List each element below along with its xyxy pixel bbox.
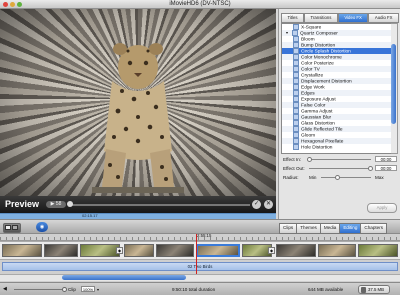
video-clip[interactable]	[156, 244, 194, 257]
radius-label: Radius:	[283, 175, 299, 180]
clip-dropdown-icon[interactable]: ▾	[97, 287, 99, 292]
audio-track[interactable]: 02 Two Birds	[0, 260, 400, 272]
timeline-scrollbar[interactable]	[0, 274, 400, 281]
project-tabs: Clips Themes Media Editing Chapters	[279, 223, 388, 234]
transition-icon[interactable]: ◆	[268, 247, 275, 254]
camera-mode-icon[interactable]: ◉	[36, 222, 48, 232]
apply-button[interactable]: Apply	[367, 203, 397, 213]
tab-transitions[interactable]: Transitions	[304, 13, 338, 23]
pane-tabs: Titles Transitions Video FX Audio FX	[281, 13, 400, 23]
play-button[interactable]: ▶ 58	[46, 201, 66, 208]
view-toggle[interactable]	[3, 223, 21, 233]
effect-in-label: Effect In:	[283, 157, 302, 162]
timecode-label: 02:15.17	[82, 213, 98, 218]
video-clip[interactable]	[358, 244, 398, 257]
radius-knob[interactable]	[335, 175, 340, 180]
effects-list[interactable]: X-Square ▾ Quartz Composer Bloom Bump Distor…	[281, 23, 393, 154]
timeline-ruler[interactable]: 2:55:15	[0, 233, 400, 241]
scrollbar-thumb[interactable]	[391, 44, 396, 124]
video-track[interactable]: ◆ ◆	[0, 241, 400, 260]
video-clip[interactable]	[318, 244, 356, 257]
tab-chapters[interactable]: Chapters	[360, 223, 388, 234]
effect-in-slider: Effect In: 00:00	[281, 156, 399, 163]
preview-label: Preview	[5, 199, 40, 209]
audio-clip[interactable]: 02 Two Birds	[2, 262, 398, 271]
preview-controls: Preview ▶ 58 ✓ ✕	[0, 196, 276, 213]
preview-scrubber[interactable]	[67, 201, 250, 207]
radius-min-label: Min	[309, 175, 317, 180]
volume-slider[interactable]	[14, 287, 67, 292]
volume-knob[interactable]	[62, 287, 67, 292]
selected-video-clip[interactable]	[196, 244, 240, 257]
timeline-view-icon[interactable]	[12, 225, 18, 230]
effect-out-track[interactable]	[309, 166, 373, 171]
timeline[interactable]: 2:55:15 ◆ ◆ 02 Two Birds	[0, 233, 400, 282]
effect-in-track[interactable]	[307, 157, 371, 162]
effect-label: Hole Distortion	[301, 145, 333, 151]
clip-volume-field[interactable]: 100%	[81, 286, 95, 292]
scrubber-knob[interactable]	[67, 201, 73, 207]
window-title: iMovieHD6 (DV-NTSC)	[169, 1, 231, 7]
leopard-image	[92, 43, 184, 193]
tab-titles[interactable]: Titles	[281, 13, 305, 23]
transition-icon[interactable]: ◆	[116, 247, 123, 254]
cancel-icon[interactable]: ✕	[264, 200, 273, 209]
video-clip[interactable]	[276, 244, 316, 257]
total-duration: 9:50:10 total duration	[172, 287, 216, 292]
effect-out-value[interactable]: 00:00	[375, 165, 397, 171]
clip-view-icon[interactable]	[5, 225, 11, 230]
video-clip[interactable]	[2, 244, 42, 257]
toolbar: ◉ Clips Themes Media Editing Chapters	[0, 219, 400, 234]
clip-label: Clip	[68, 287, 76, 292]
tab-video-fx[interactable]: Video FX	[337, 13, 369, 23]
radius-slider: Radius: Min Max	[281, 174, 399, 181]
tab-media[interactable]: Media	[319, 223, 341, 234]
trash-icon	[361, 287, 366, 293]
trash-button[interactable]: 37.5 MB	[358, 285, 390, 294]
effect-in-value[interactable]: 00:00	[375, 156, 397, 162]
effect-in-knob[interactable]	[307, 157, 312, 162]
trash-size: 37.5 MB	[368, 287, 385, 292]
speaker-icon[interactable]: ◀	[3, 286, 7, 292]
radius-max-label: Max	[375, 175, 384, 180]
video-frame	[0, 9, 276, 196]
tab-clips[interactable]: Clips	[279, 223, 298, 234]
timeline-scrollbar-thumb[interactable]	[62, 275, 186, 280]
video-clip[interactable]	[80, 244, 120, 257]
effect-out-slider: Effect Out: 00:00	[281, 165, 399, 172]
status-bar: ◀ Clip 100% ▾ 9:50:10 total duration 644…	[0, 282, 400, 295]
disk-space: 644 MB available	[308, 287, 344, 292]
tab-editing[interactable]: Editing	[339, 223, 362, 234]
effects-scrollbar[interactable]	[391, 23, 398, 154]
title-bar: iMovieHD6 (DV-NTSC)	[0, 0, 400, 9]
video-clip[interactable]	[124, 244, 154, 257]
tab-audio-fx[interactable]: Audio FX	[368, 13, 400, 23]
playhead-time: 2:55:15	[197, 233, 212, 238]
effect-out-label: Effect Out:	[283, 166, 305, 171]
effect-item[interactable]: Hole Distortion	[282, 144, 392, 150]
effect-out-knob[interactable]	[368, 166, 373, 171]
check-icon[interactable]: ✓	[252, 200, 261, 209]
radius-track[interactable]	[321, 175, 371, 180]
video-clip[interactable]	[44, 244, 78, 257]
preview-monitor: Preview ▶ 58 ✓ ✕	[0, 9, 276, 213]
tab-themes[interactable]: Themes	[296, 223, 321, 234]
effects-pane: Titles Transitions Video FX Audio FX X-S…	[278, 9, 400, 219]
effect-icon	[293, 144, 299, 150]
